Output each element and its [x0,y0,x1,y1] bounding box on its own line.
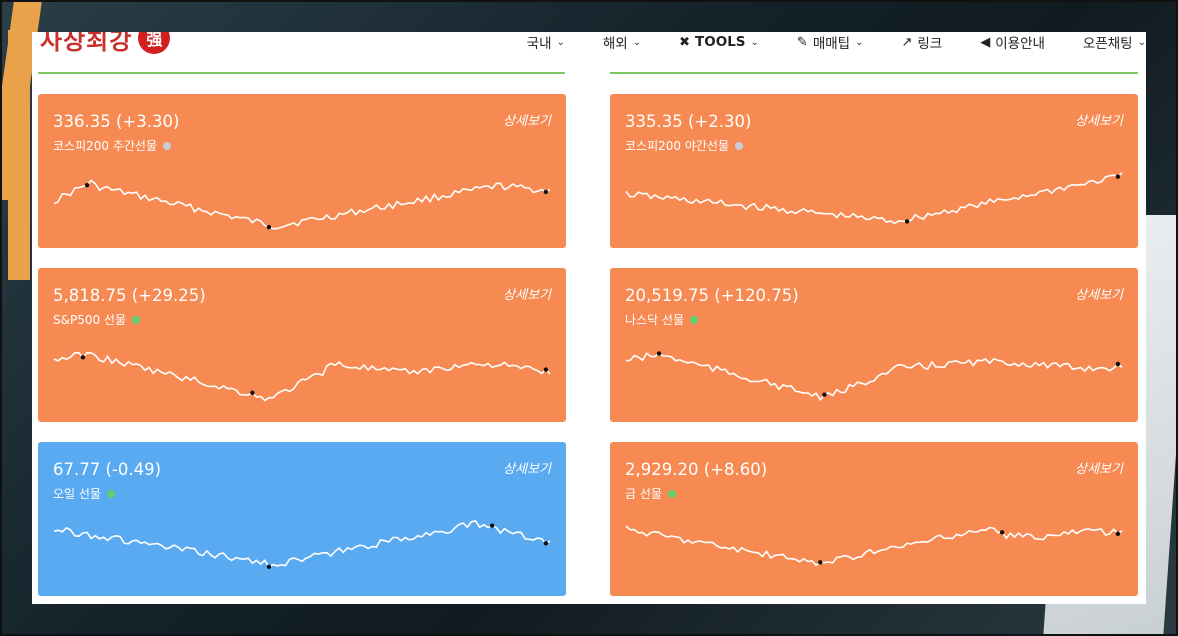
nav-item-6[interactable]: 오픈채팅 ⌄ [1083,32,1146,52]
sparkline-marker [999,530,1005,535]
nav-item-label: 링크 [917,36,943,52]
status-dot [735,141,743,150]
chevron-down-icon: ⌄ [556,36,565,48]
logo-badge: 强 [138,32,171,54]
card-title-text: 오일 선물 [53,487,101,501]
card-title: 코스피200 주간선물 [53,137,171,154]
card-price: 336.35 (+3.30) [53,112,180,131]
chevron-down-icon: ⌄ [632,36,642,48]
sparkline-marker [543,189,549,195]
card-title: 나스닥 선물 [625,311,699,328]
sparkline-marker [656,351,662,356]
sparkline-path [625,172,1123,225]
tools-icon: ✖ [679,34,691,50]
logo-text: 사상최강 [40,32,133,55]
sparkline-marker [543,367,549,372]
sparkline-marker [80,355,86,360]
status-dot [667,489,676,498]
nav-item-5[interactable]: ◀ 이용안내 [980,32,1045,53]
nav-item-label: 이용안내 [995,36,1045,52]
sparkline-path [53,351,551,402]
sparkline-marker [266,564,272,569]
sparkline-marker [250,390,255,396]
right-divider [610,72,1138,74]
nav-item-label: 해외 [602,36,628,52]
card-title: 코스피200 야간선물 [625,137,743,154]
sparkline-marker [84,182,90,188]
card-title: 오일 선물 [53,485,115,502]
sparkline-marker [543,541,549,546]
nav-item-label: 오픈채팅 [1082,36,1133,52]
card-price: 5,818.75 (+29.25) [53,286,206,305]
card-title-text: 금 선물 [625,487,662,501]
status-dot [132,315,141,324]
sparkline-chart [625,172,1123,225]
nav-item-2[interactable]: ✖ TOOLS ⌄ [679,34,759,50]
card-price: 2,929.20 (+8.60) [625,460,768,479]
card-price: 20,519.75 (+120.75) [625,286,799,305]
futures-card[interactable]: 335.35 (+2.30) 코스피200 야간선물 상세보기 [610,94,1138,248]
sparkline-marker [1115,174,1121,179]
edit-icon: ✎ [796,34,808,50]
futures-card[interactable]: 20,519.75 (+120.75) 나스닥 선물 상세보기 [610,268,1138,422]
card-title: 금 선물 [625,485,676,502]
futures-card[interactable]: 67.77 (-0.49) 오일 선물 상세보기 [38,442,566,596]
sparkline-path [625,525,1123,567]
main-nav: 국내 ⌄ 해외 ⌄ ✖ TOOLS ⌄ ✎ 매매팁 ⌄ ↗ 링크 ◀ 이용안내 오픈채팅 ⌄ [489,32,1146,52]
sparkline-marker [266,224,272,230]
futures-card[interactable]: 336.35 (+3.30) 코스피200 주간선물 상세보기 [38,94,566,248]
detail-link[interactable]: 상세보기 [1075,110,1123,129]
card-title-text: 코스피200 야간선물 [625,139,729,153]
detail-link[interactable]: 상세보기 [503,110,551,129]
sparkline-path [625,352,1123,402]
sparkline-marker [822,392,827,397]
status-dot [690,315,699,324]
status-dot [106,489,115,498]
site-logo[interactable]: 사상최강 强 [40,32,171,55]
nav-item-0[interactable]: 국내 ⌄ [527,32,565,52]
sparkline-marker [818,560,823,565]
web-page: 사상최강 强 국내 ⌄ 해외 ⌄ ✖ TOOLS ⌄ ✎ 매매팁 ⌄ ↗ 링크 ◀ 이용안내 오픈채팅 ⌄ 3… [32,32,1146,604]
card-title-text: 나스닥 선물 [625,313,685,327]
sparkline-path [53,179,551,230]
sparkline-marker [1115,531,1121,536]
detail-link[interactable]: 상세보기 [503,458,551,477]
detail-link[interactable]: 상세보기 [503,284,551,303]
sparkline-path [53,520,551,568]
sparkline-marker [904,219,910,224]
sparkline-chart [625,525,1123,567]
nav-item-label: 매매팁 [812,36,851,52]
card-title-text: S&P500 선물 [53,313,127,327]
nav-item-3[interactable]: ✎ 매매팁 ⌄ [796,32,864,53]
card-price: 335.35 (+2.30) [625,112,752,131]
chevron-down-icon: ⌄ [1137,36,1146,48]
nav-item-4[interactable]: ↗ 링크 [901,32,943,53]
sparkline-chart [53,351,551,402]
futures-card[interactable]: 5,818.75 (+29.25) S&P500 선물 상세보기 [38,268,566,422]
card-title: S&P500 선물 [53,311,141,328]
external-link-icon: ↗ [901,34,913,50]
nav-item-label: TOOLS [695,34,746,50]
futures-card[interactable]: 2,929.20 (+8.60) 금 선물 상세보기 [610,442,1138,596]
megaphone-icon: ◀ [980,34,991,50]
chevron-down-icon: ⌄ [855,36,864,48]
status-dot [163,141,171,150]
chevron-down-icon: ⌄ [750,36,759,48]
nav-item-1[interactable]: 해외 ⌄ [603,32,641,52]
card-price: 67.77 (-0.49) [53,460,162,479]
nav-item-label: 국내 [526,36,552,52]
sparkline-chart [625,351,1123,402]
sparkline-chart [53,179,551,230]
left-divider [38,72,565,74]
sparkline-marker [489,523,495,528]
sparkline-marker [1115,361,1121,367]
card-title-text: 코스피200 주간선물 [53,139,157,153]
sparkline-chart [53,520,551,569]
detail-link[interactable]: 상세보기 [1075,284,1123,303]
background-stripe [8,30,30,280]
detail-link[interactable]: 상세보기 [1075,458,1123,477]
